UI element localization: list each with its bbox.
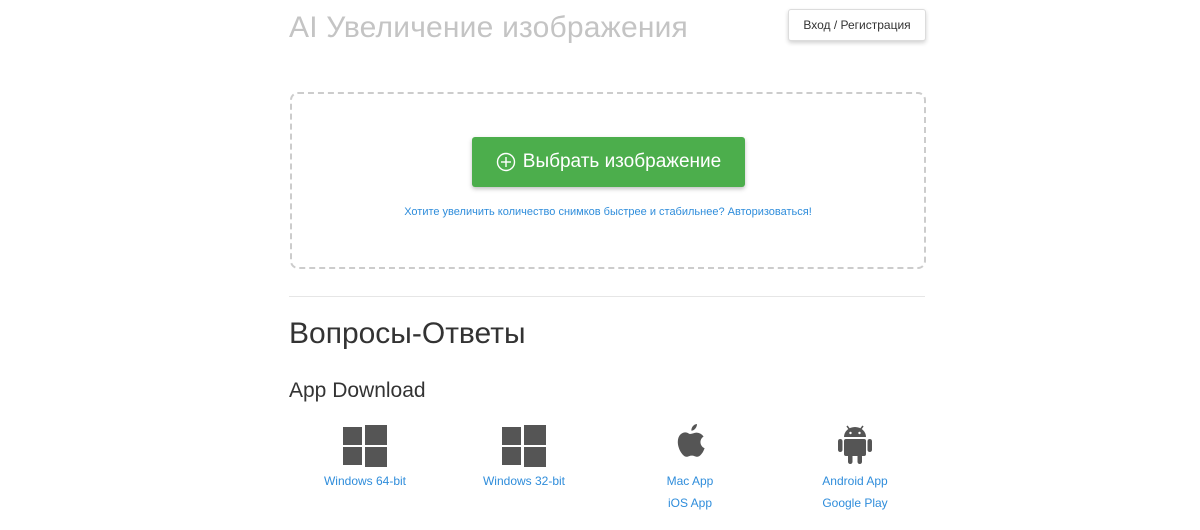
windows-32-link[interactable]: Windows 32-bit [439, 470, 609, 492]
select-image-button[interactable]: Выбрать изображение [472, 137, 745, 187]
download-apple: Mac App iOS App [605, 420, 775, 514]
windows-icon [343, 425, 387, 467]
ios-app-link[interactable]: iOS App [605, 492, 775, 514]
login-register-button[interactable]: Вход / Регистрация [788, 9, 926, 41]
section-divider [289, 296, 925, 297]
app-download-heading: App Download [289, 379, 426, 402]
apple-icon [677, 424, 705, 457]
faq-heading: Вопросы-Ответы [289, 317, 526, 350]
android-icon [838, 425, 872, 464]
windows-64-link[interactable]: Windows 64-bit [280, 470, 450, 492]
download-windows-64: Windows 64-bit [280, 420, 450, 492]
plus-circle-icon [496, 152, 515, 172]
download-android: Android App Google Play [770, 420, 940, 514]
upload-dropzone[interactable]: Выбрать изображение Хотите увеличить кол… [290, 92, 926, 269]
android-app-link[interactable]: Android App [770, 470, 940, 492]
mac-app-link[interactable]: Mac App [605, 470, 775, 492]
google-play-link[interactable]: Google Play [770, 492, 940, 514]
page-title: AI Увеличение изображения [289, 11, 688, 44]
windows-icon [502, 425, 546, 467]
select-image-label: Выбрать изображение [522, 151, 722, 172]
download-windows-32: Windows 32-bit [439, 420, 609, 492]
login-hint-link[interactable]: Хотите увеличить количество снимков быст… [292, 206, 924, 218]
